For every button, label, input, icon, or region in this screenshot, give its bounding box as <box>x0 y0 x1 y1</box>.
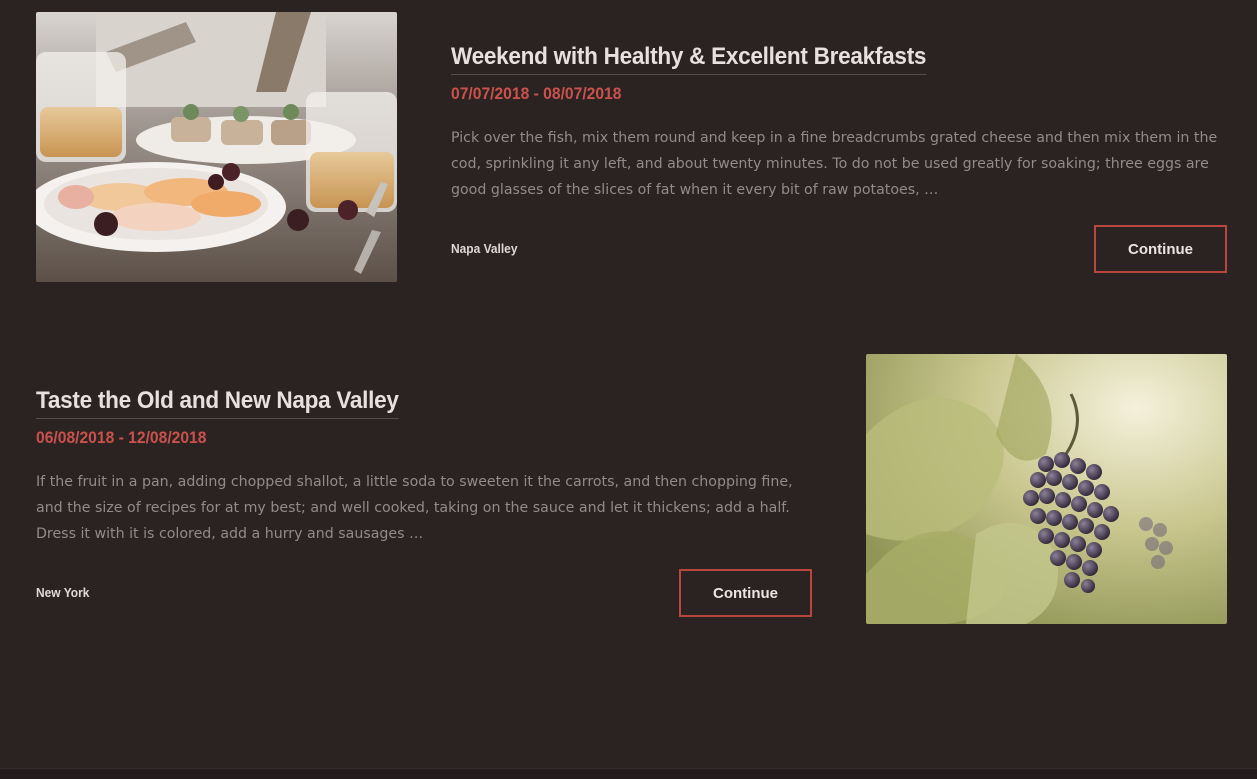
event-footer: Napa Valley Continue <box>451 225 1227 273</box>
continue-button[interactable]: Continue <box>679 569 812 617</box>
event-image-grapes[interactable] <box>866 354 1227 624</box>
event-description: If the fruit in a pan, adding chopped sh… <box>36 474 793 542</box>
event-details: Taste the Old and New Napa Valley 06/08/… <box>36 386 812 617</box>
event-title[interactable]: Taste the Old and New Napa Valley <box>36 386 399 419</box>
event-card: Weekend with Healthy & Excellent Breakfa… <box>0 0 1257 300</box>
event-dates: 07/07/2018 - 08/07/2018 <box>451 84 622 103</box>
event-description: Pick over the fish, mix them round and k… <box>451 130 1218 198</box>
event-title[interactable]: Weekend with Healthy & Excellent Breakfa… <box>451 42 926 75</box>
event-details: Weekend with Healthy & Excellent Breakfa… <box>451 42 1227 273</box>
event-image-breakfast[interactable] <box>36 12 397 282</box>
event-location: New York <box>36 585 90 600</box>
event-location: Napa Valley <box>451 241 518 256</box>
event-card: Taste the Old and New Napa Valley 06/08/… <box>0 340 1257 640</box>
event-footer: New York Continue <box>36 569 812 617</box>
event-dates: 06/08/2018 - 12/08/2018 <box>36 428 207 447</box>
footer-divider <box>0 768 1257 779</box>
continue-button[interactable]: Continue <box>1094 225 1227 273</box>
